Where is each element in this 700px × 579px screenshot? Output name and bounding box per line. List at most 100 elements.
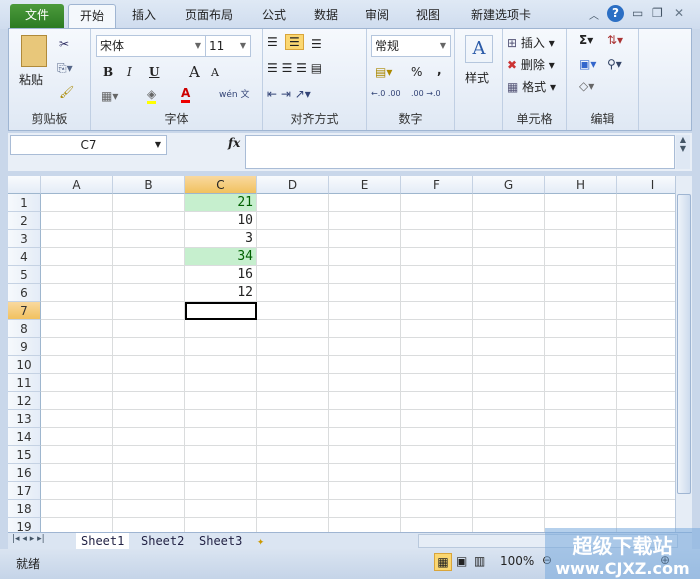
cell-I2[interactable] <box>617 212 675 230</box>
cell-E12[interactable] <box>329 392 401 410</box>
cell-H4[interactable] <box>545 248 617 266</box>
row-header-2[interactable]: 2 <box>8 212 41 230</box>
font-color-button[interactable]: A <box>181 86 191 103</box>
find-icon[interactable]: ⚲▾ <box>607 57 622 71</box>
cell-G18[interactable] <box>473 500 545 518</box>
cell-C4[interactable]: 34 <box>185 248 257 266</box>
cell-A8[interactable] <box>41 320 113 338</box>
format-cells-button[interactable]: ▦ 格式 ▾ <box>507 78 556 95</box>
cell-A6[interactable] <box>41 284 113 302</box>
tab-new[interactable]: 新建选项卡 <box>462 4 540 29</box>
cell-H12[interactable] <box>545 392 617 410</box>
cell-B2[interactable] <box>113 212 185 230</box>
row-header-4[interactable]: 4 <box>8 248 41 266</box>
cell-G4[interactable] <box>473 248 545 266</box>
cell-G13[interactable] <box>473 410 545 428</box>
cell-H13[interactable] <box>545 410 617 428</box>
cell-E14[interactable] <box>329 428 401 446</box>
styles-icon[interactable]: A <box>465 35 493 63</box>
page-break-view-icon[interactable]: ▥ <box>474 554 485 568</box>
cell-H17[interactable] <box>545 482 617 500</box>
cell-D15[interactable] <box>257 446 329 464</box>
help-icon[interactable]: ? <box>607 5 624 22</box>
cell-F9[interactable] <box>401 338 473 356</box>
cell-E3[interactable] <box>329 230 401 248</box>
cell-G3[interactable] <box>473 230 545 248</box>
cut-icon[interactable]: ✂ <box>59 37 69 51</box>
row-header-17[interactable]: 17 <box>8 482 41 500</box>
insert-function-button[interactable]: fx <box>228 136 240 150</box>
cell-D8[interactable] <box>257 320 329 338</box>
cell-D16[interactable] <box>257 464 329 482</box>
expand-formula-bar-icon[interactable]: ▲ ▼ <box>676 135 690 169</box>
cell-D1[interactable] <box>257 194 329 212</box>
cell-C1[interactable]: 21 <box>185 194 257 212</box>
cell-A1[interactable] <box>41 194 113 212</box>
column-header-H[interactable]: H <box>545 176 617 194</box>
sheet-tab-1[interactable]: Sheet1 <box>76 533 130 550</box>
cell-D5[interactable] <box>257 266 329 284</box>
vertical-scrollbar[interactable] <box>675 176 692 532</box>
cell-C7[interactable] <box>185 302 257 320</box>
minimize-ribbon-icon[interactable]: ︿ <box>589 7 599 22</box>
cell-C17[interactable] <box>185 482 257 500</box>
comma-button[interactable]: , <box>437 63 442 77</box>
align-left-icon[interactable]: ☰ ☰ ☰ ▤ <box>267 61 322 75</box>
cell-F5[interactable] <box>401 266 473 284</box>
vertical-scroll-thumb[interactable] <box>677 194 691 494</box>
tab-home[interactable]: 开始 <box>68 4 116 29</box>
cell-E1[interactable] <box>329 194 401 212</box>
cell-B18[interactable] <box>113 500 185 518</box>
cell-E5[interactable] <box>329 266 401 284</box>
cell-D4[interactable] <box>257 248 329 266</box>
cell-I18[interactable] <box>617 500 675 518</box>
cell-E11[interactable] <box>329 374 401 392</box>
align-top-icon[interactable]: ☰ <box>267 35 278 49</box>
cell-I1[interactable] <box>617 194 675 212</box>
cell-C10[interactable] <box>185 356 257 374</box>
cell-D3[interactable] <box>257 230 329 248</box>
cell-A7[interactable] <box>41 302 113 320</box>
cell-C6[interactable]: 12 <box>185 284 257 302</box>
cell-D13[interactable] <box>257 410 329 428</box>
tab-formulas[interactable]: 公式 <box>252 4 296 29</box>
cell-I7[interactable] <box>617 302 675 320</box>
cell-D18[interactable] <box>257 500 329 518</box>
cell-F4[interactable] <box>401 248 473 266</box>
cell-B7[interactable] <box>113 302 185 320</box>
row-header-9[interactable]: 9 <box>8 338 41 356</box>
cell-E8[interactable] <box>329 320 401 338</box>
worksheet-grid[interactable]: A B C D E F G H I 1 21 2 10 3 3 4 34 5 16 6 12 7 8 9 10 11 12 13 14 1… <box>8 176 675 532</box>
cell-B4[interactable] <box>113 248 185 266</box>
cell-A10[interactable] <box>41 356 113 374</box>
cell-B9[interactable] <box>113 338 185 356</box>
cell-I11[interactable] <box>617 374 675 392</box>
cell-F18[interactable] <box>401 500 473 518</box>
cell-C13[interactable] <box>185 410 257 428</box>
column-header-E[interactable]: E <box>329 176 401 194</box>
cell-I10[interactable] <box>617 356 675 374</box>
cell-F17[interactable] <box>401 482 473 500</box>
cell-C8[interactable] <box>185 320 257 338</box>
cell-B17[interactable] <box>113 482 185 500</box>
cell-H5[interactable] <box>545 266 617 284</box>
cell-F6[interactable] <box>401 284 473 302</box>
row-header-11[interactable]: 11 <box>8 374 41 392</box>
sort-filter-icon[interactable]: ⇅▾ <box>607 33 623 47</box>
column-header-B[interactable]: B <box>113 176 185 194</box>
cell-D17[interactable] <box>257 482 329 500</box>
clear-icon[interactable]: ◇▾ <box>579 79 594 93</box>
cell-A5[interactable] <box>41 266 113 284</box>
column-header-G[interactable]: G <box>473 176 545 194</box>
cell-H15[interactable] <box>545 446 617 464</box>
cell-F19[interactable] <box>401 518 473 532</box>
cell-F3[interactable] <box>401 230 473 248</box>
cell-E17[interactable] <box>329 482 401 500</box>
italic-button[interactable]: I <box>127 65 132 79</box>
column-header-I[interactable]: I <box>617 176 675 194</box>
cell-E10[interactable] <box>329 356 401 374</box>
cell-A4[interactable] <box>41 248 113 266</box>
cell-I3[interactable] <box>617 230 675 248</box>
cell-F16[interactable] <box>401 464 473 482</box>
cell-C15[interactable] <box>185 446 257 464</box>
